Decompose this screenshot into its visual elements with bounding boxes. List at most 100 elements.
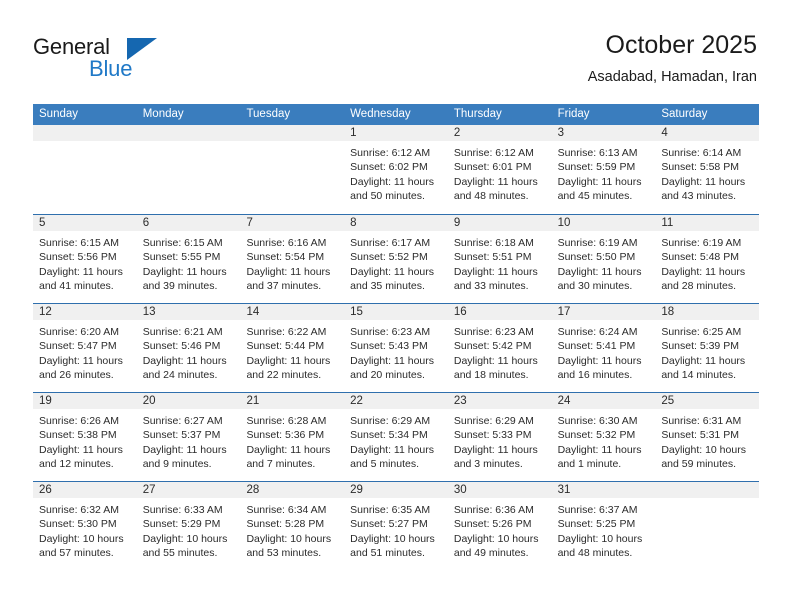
day-number-band: 10: [551, 215, 656, 232]
day-cell[interactable]: 15 Sunrise: 6:23 AM Sunset: 5:43 PM Dayligh…: [344, 304, 448, 392]
day-number: 8: [350, 217, 357, 229]
day-number-band: 1: [344, 125, 448, 142]
daylight-text-line1: Daylight: 10 hours: [142, 532, 228, 545]
day-cell[interactable]: 14 Sunrise: 6:22 AM Sunset: 5:44 PM Dayligh…: [240, 304, 345, 392]
daylight-text-line2: and 53 minutes.: [246, 547, 322, 560]
day-number-band: 6: [136, 215, 241, 232]
day-cell[interactable]: 18 Sunrise: 6:25 AM Sunset: 5:39 PM Dayligh…: [655, 304, 760, 392]
day-cell[interactable]: 6 Sunrise: 6:15 AM Sunset: 5:55 PM Daylight…: [136, 215, 241, 303]
day-cell[interactable]: 7 Sunrise: 6:16 AM Sunset: 5:54 PM Daylight…: [240, 215, 345, 303]
day-cell[interactable]: 23 Sunrise: 6:29 AM Sunset: 5:33 PM Dayligh…: [447, 393, 552, 481]
sunrise-text: Sunrise: 6:19 AM: [557, 237, 638, 249]
day-number-band: 28: [240, 482, 345, 499]
day-details: Sunrise: 6:36 AM Sunset: 5:26 PM Daylight:…: [448, 499, 552, 561]
day-cell[interactable]: 9 Sunrise: 6:18 AM Sunset: 5:51 PM Daylight…: [447, 215, 552, 303]
daylight-text-line1: Daylight: 11 hours: [453, 443, 538, 456]
daylight-text-line1: Daylight: 11 hours: [350, 443, 435, 456]
calendar-week-row: 12 Sunrise: 6:20 AM Sunset: 5:47 PM Dayligh…: [33, 303, 760, 392]
daylight-text-line1: Daylight: 11 hours: [350, 265, 435, 278]
sunset-text: Sunset: 5:32 PM: [557, 429, 636, 442]
daylight-text-line2: and 18 minutes.: [453, 369, 529, 382]
day-number-band: 5: [33, 215, 137, 232]
daylight-text-line2: and 35 minutes.: [350, 280, 425, 293]
sunrise-text: Sunrise: 6:22 AM: [246, 326, 327, 338]
day-cell[interactable]: 3 Sunrise: 6:13 AM Sunset: 5:59 PM Daylight…: [551, 125, 656, 214]
day-cell[interactable]: 11 Sunrise: 6:19 AM Sunset: 5:48 PM Dayligh…: [655, 215, 760, 303]
day-cell[interactable]: 8 Sunrise: 6:17 AM Sunset: 5:52 PM Daylight…: [344, 215, 448, 303]
general-blue-logo[interactable]: General Blue: [33, 34, 213, 86]
day-details: Sunrise: 6:12 AM Sunset: 6:01 PM Daylight:…: [448, 142, 552, 204]
day-cell[interactable]: 31 Sunrise: 6:37 AM Sunset: 5:25 PM Dayligh…: [551, 482, 656, 570]
daylight-text-line1: Daylight: 11 hours: [661, 175, 746, 188]
weekday-header-monday: Monday: [142, 108, 184, 120]
sunrise-text: Sunrise: 6:30 AM: [557, 415, 638, 427]
day-number: 17: [557, 306, 571, 318]
calendar-page: General Blue October 2025 Asadabad, Hama…: [0, 0, 792, 612]
weekday-header-wednesday: Wednesday: [350, 108, 411, 120]
day-number-band: [33, 125, 137, 142]
day-number-band: [240, 125, 345, 142]
day-number-band: 12: [33, 304, 137, 321]
sunset-text: Sunset: 5:46 PM: [142, 340, 221, 353]
daylight-text-line2: and 55 minutes.: [142, 547, 218, 560]
sunrise-text: Sunrise: 6:16 AM: [246, 237, 327, 249]
day-cell[interactable]: 4 Sunrise: 6:14 AM Sunset: 5:58 PM Daylight…: [655, 125, 760, 214]
daylight-text-line1: Daylight: 11 hours: [557, 175, 642, 188]
sunset-text: Sunset: 5:38 PM: [39, 429, 117, 442]
day-cell[interactable]: 12 Sunrise: 6:20 AM Sunset: 5:47 PM Dayligh…: [33, 304, 137, 392]
day-number: 6: [142, 217, 150, 229]
day-cell[interactable]: 27 Sunrise: 6:33 AM Sunset: 5:29 PM Dayligh…: [136, 482, 241, 570]
day-cell[interactable]: 19 Sunrise: 6:26 AM Sunset: 5:38 PM Dayligh…: [33, 393, 137, 481]
daylight-text-line2: and 20 minutes.: [350, 369, 425, 382]
daylight-text-line2: and 7 minutes.: [246, 458, 316, 471]
day-cell[interactable]: 2 Sunrise: 6:12 AM Sunset: 6:01 PM Daylight…: [447, 125, 552, 214]
sunset-text: Sunset: 5:43 PM: [350, 340, 428, 353]
day-cell[interactable]: 20 Sunrise: 6:27 AM Sunset: 5:37 PM Dayligh…: [136, 393, 241, 481]
day-cell[interactable]: 5 Sunrise: 6:15 AM Sunset: 5:56 PM Daylight…: [33, 215, 137, 303]
day-cell[interactable]: 30 Sunrise: 6:36 AM Sunset: 5:26 PM Dayligh…: [447, 482, 552, 570]
day-number: 31: [557, 484, 571, 496]
daylight-text-line1: Daylight: 11 hours: [661, 265, 746, 278]
day-number-band: 26: [33, 482, 137, 499]
day-cell[interactable]: 17 Sunrise: 6:24 AM Sunset: 5:41 PM Dayligh…: [551, 304, 656, 392]
day-number: 25: [661, 395, 675, 407]
day-number: 19: [39, 395, 52, 407]
day-details: Sunrise: 6:17 AM Sunset: 5:52 PM Daylight:…: [344, 232, 448, 294]
day-cell[interactable]: 1 Sunrise: 6:12 AM Sunset: 6:02 PM Daylight…: [344, 125, 448, 214]
day-number: 10: [557, 217, 571, 229]
day-details: Sunrise: 6:19 AM Sunset: 5:48 PM Daylight:…: [655, 232, 759, 294]
day-details: Sunrise: 6:37 AM Sunset: 5:25 PM Daylight:…: [552, 499, 656, 561]
sunset-text: Sunset: 5:58 PM: [661, 161, 739, 174]
sunrise-text: Sunrise: 6:20 AM: [39, 326, 119, 338]
day-cell[interactable]: 29 Sunrise: 6:35 AM Sunset: 5:27 PM Dayligh…: [344, 482, 448, 570]
daylight-text-line1: Daylight: 11 hours: [246, 443, 331, 456]
day-number: 12: [39, 306, 52, 318]
daylight-text-line1: Daylight: 10 hours: [453, 532, 539, 545]
day-details: Sunrise: 6:24 AM Sunset: 5:41 PM Daylight:…: [552, 321, 656, 383]
sunrise-text: Sunrise: 6:12 AM: [350, 147, 431, 159]
sunset-text: Sunset: 5:54 PM: [246, 251, 325, 264]
day-details: Sunrise: 6:31 AM Sunset: 5:31 PM Daylight:…: [655, 410, 759, 472]
sunrise-text: Sunrise: 6:24 AM: [557, 326, 638, 338]
day-number: 7: [246, 217, 253, 229]
day-cell[interactable]: 26 Sunrise: 6:32 AM Sunset: 5:30 PM Dayligh…: [33, 482, 137, 570]
sunset-text: Sunset: 6:01 PM: [453, 161, 532, 174]
day-cell[interactable]: 10 Sunrise: 6:19 AM Sunset: 5:50 PM Dayligh…: [551, 215, 656, 303]
sunrise-text: Sunrise: 6:21 AM: [142, 326, 223, 338]
day-cell[interactable]: 22 Sunrise: 6:29 AM Sunset: 5:34 PM Dayligh…: [344, 393, 448, 481]
day-details: Sunrise: 6:23 AM Sunset: 5:43 PM Daylight:…: [344, 321, 448, 383]
day-cell[interactable]: 16 Sunrise: 6:23 AM Sunset: 5:42 PM Dayligh…: [447, 304, 552, 392]
day-details: Sunrise: 6:20 AM Sunset: 5:47 PM Daylight:…: [33, 321, 137, 383]
sunrise-text: Sunrise: 6:29 AM: [453, 415, 534, 427]
day-cell[interactable]: 13 Sunrise: 6:21 AM Sunset: 5:46 PM Dayligh…: [136, 304, 241, 392]
sunrise-text: Sunrise: 6:37 AM: [557, 504, 638, 516]
day-cell[interactable]: 24 Sunrise: 6:30 AM Sunset: 5:32 PM Dayligh…: [551, 393, 656, 481]
day-cell[interactable]: 21 Sunrise: 6:28 AM Sunset: 5:36 PM Dayligh…: [240, 393, 345, 481]
day-number: 3: [557, 127, 564, 139]
day-number: 9: [453, 217, 461, 229]
day-cell[interactable]: 28 Sunrise: 6:34 AM Sunset: 5:28 PM Dayligh…: [240, 482, 345, 570]
day-cell[interactable]: 25 Sunrise: 6:31 AM Sunset: 5:31 PM Dayligh…: [655, 393, 760, 481]
day-details: Sunrise: 6:21 AM Sunset: 5:46 PM Daylight:…: [137, 321, 241, 383]
sunrise-text: Sunrise: 6:13 AM: [557, 147, 638, 159]
day-details: Sunrise: 6:18 AM Sunset: 5:51 PM Daylight:…: [448, 232, 552, 294]
